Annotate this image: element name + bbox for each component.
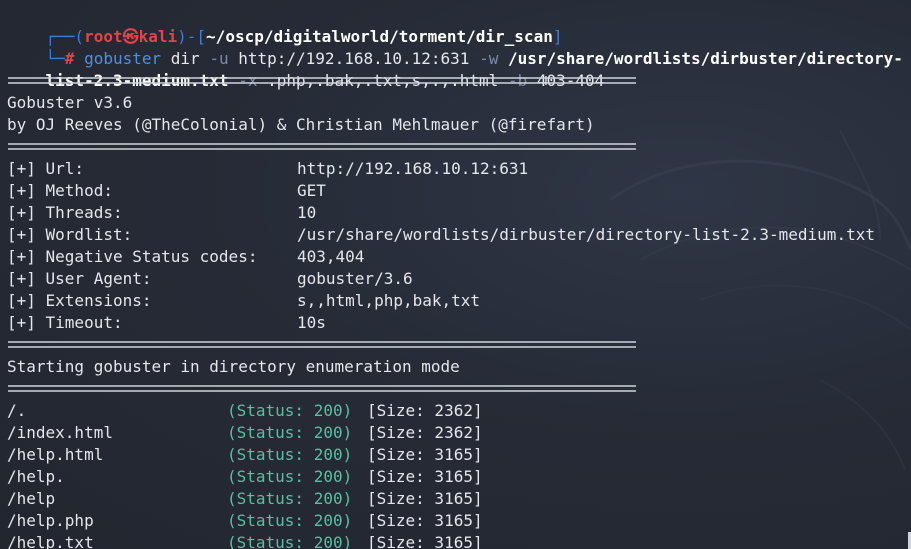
separator-line [8,75,636,87]
banner-authors: by OJ Reeves (@TheColonial) & Christian … [7,115,595,134]
result-path: /help [7,489,56,508]
config-value: gobuster/3.6 [297,269,413,288]
config-label: [+] Timeout: [7,313,123,332]
separator-line [8,383,636,395]
terminal-window[interactable]: ┌──(root㉿kali)-[~/oscp/digitalworld/torm… [0,0,911,549]
command-line[interactable]: └─# gobuster dir -u http://192.168.10.12… [7,26,903,68]
result-size: [Size: 3165] [367,489,483,508]
result-row: /help. (Status: 200) [Size: 3165] [7,466,607,488]
config-row: [+] Method: GET [7,180,907,202]
result-path: /help. [7,467,65,486]
config-value: GET [297,181,326,200]
result-row: /help.txt (Status: 200) [Size: 3165] [7,532,607,549]
result-size: [Size: 3165] [367,533,483,549]
config-row: [+] Negative Status codes: 403,404 [7,246,907,268]
config-row: [+] Timeout: 10s [7,312,907,334]
config-value: 10s [297,313,326,332]
result-path: /help.php [7,511,94,530]
config-value: 10 [297,203,317,222]
result-size: [Size: 2362] [367,423,483,442]
config-row: [+] User Agent: gobuster/3.6 [7,268,907,290]
config-value: http://192.168.10.12:631 [297,159,529,178]
config-value: s,,html,php,bak,txt [297,291,481,310]
result-row: /help (Status: 200) [Size: 3165] [7,488,607,510]
result-size: [Size: 3165] [367,511,483,530]
result-size: [Size: 3165] [367,445,483,464]
config-label: [+] Url: [7,159,85,178]
config-label: [+] Extensions: [7,291,152,310]
separator-line [8,141,636,153]
config-row: [+] Wordlist: /usr/share/wordlists/dirbus… [7,224,907,246]
result-path: /help.txt [7,533,94,549]
result-path: /. [7,401,27,420]
config-label: [+] User Agent: [7,269,152,288]
config-label: [+] Method: [7,181,113,200]
result-status: (Status: 200) [227,533,353,549]
command-line-wrap[interactable]: list-2.3-medium.txt -x .php,.bak,.txt,s,… [7,48,605,90]
config-label: [+] Negative Status codes: [7,247,258,266]
result-path: /help.html [7,445,104,464]
result-status: (Status: 200) [227,511,353,530]
prompt-line-1: ┌──(root㉿kali)-[~/oscp/digitalworld/torm… [7,4,563,46]
starting-message: Starting gobuster in directory enumerati… [7,357,460,376]
result-status: (Status: 200) [227,423,353,442]
result-status: (Status: 200) [227,467,353,486]
result-row: /help.php (Status: 200) [Size: 3165] [7,510,607,532]
separator-line [8,339,636,351]
result-row: /index.html (Status: 200) [Size: 2362] [7,422,607,444]
config-row: [+] Extensions: s,,html,php,bak,txt [7,290,907,312]
config-value: 403,404 [297,247,365,266]
result-row: /. (Status: 200) [Size: 2362] [7,400,607,422]
result-path: /index.html [7,423,113,442]
config-row: [+] Threads: 10 [7,202,907,224]
config-label: [+] Wordlist: [7,225,133,244]
banner-version: Gobuster v3.6 [7,93,133,112]
config-value: /usr/share/wordlists/dirbuster/directory… [297,225,875,244]
config-row: [+] Url: http://192.168.10.12:631 [7,158,907,180]
result-size: [Size: 3165] [367,467,483,486]
result-status: (Status: 200) [227,401,353,420]
result-status: (Status: 200) [227,445,353,464]
result-status: (Status: 200) [227,489,353,508]
result-row: /help.html (Status: 200) [Size: 3165] [7,444,607,466]
config-label: [+] Threads: [7,203,123,222]
result-size: [Size: 2362] [367,401,483,420]
